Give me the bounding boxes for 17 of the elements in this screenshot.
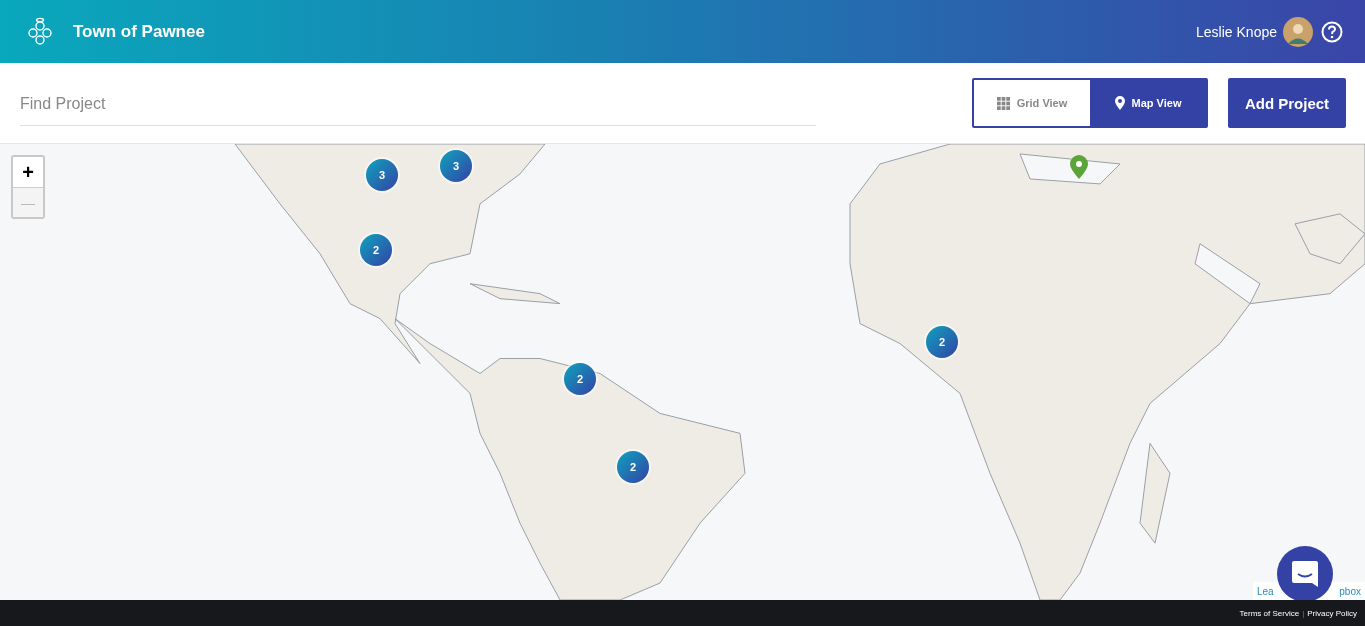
chat-icon xyxy=(1290,559,1320,589)
zoom-in-button[interactable]: + xyxy=(13,157,43,187)
user-name[interactable]: Leslie Knope xyxy=(1196,23,1277,40)
footer-separator: | xyxy=(1302,608,1305,618)
grid-icon xyxy=(996,96,1010,110)
clover-logo-icon xyxy=(27,16,53,47)
avatar-icon[interactable] xyxy=(1283,16,1313,47)
map-pin-icon[interactable] xyxy=(1070,155,1088,179)
view-tab[interactable]: Map View xyxy=(1090,80,1206,126)
attribution-link[interactable]: Lea xyxy=(1257,585,1274,597)
add-project-button[interactable]: Add Project xyxy=(1228,78,1346,128)
help-icon[interactable] xyxy=(1321,20,1343,43)
attribution-link[interactable]: pbox xyxy=(1339,585,1361,597)
footer-link[interactable]: Terms of Service xyxy=(1239,608,1300,618)
footer-link[interactable]: Privacy Policy xyxy=(1307,608,1357,618)
map-pin-icon xyxy=(1114,96,1125,110)
site-title[interactable]: Town of Pawnee xyxy=(73,21,205,42)
